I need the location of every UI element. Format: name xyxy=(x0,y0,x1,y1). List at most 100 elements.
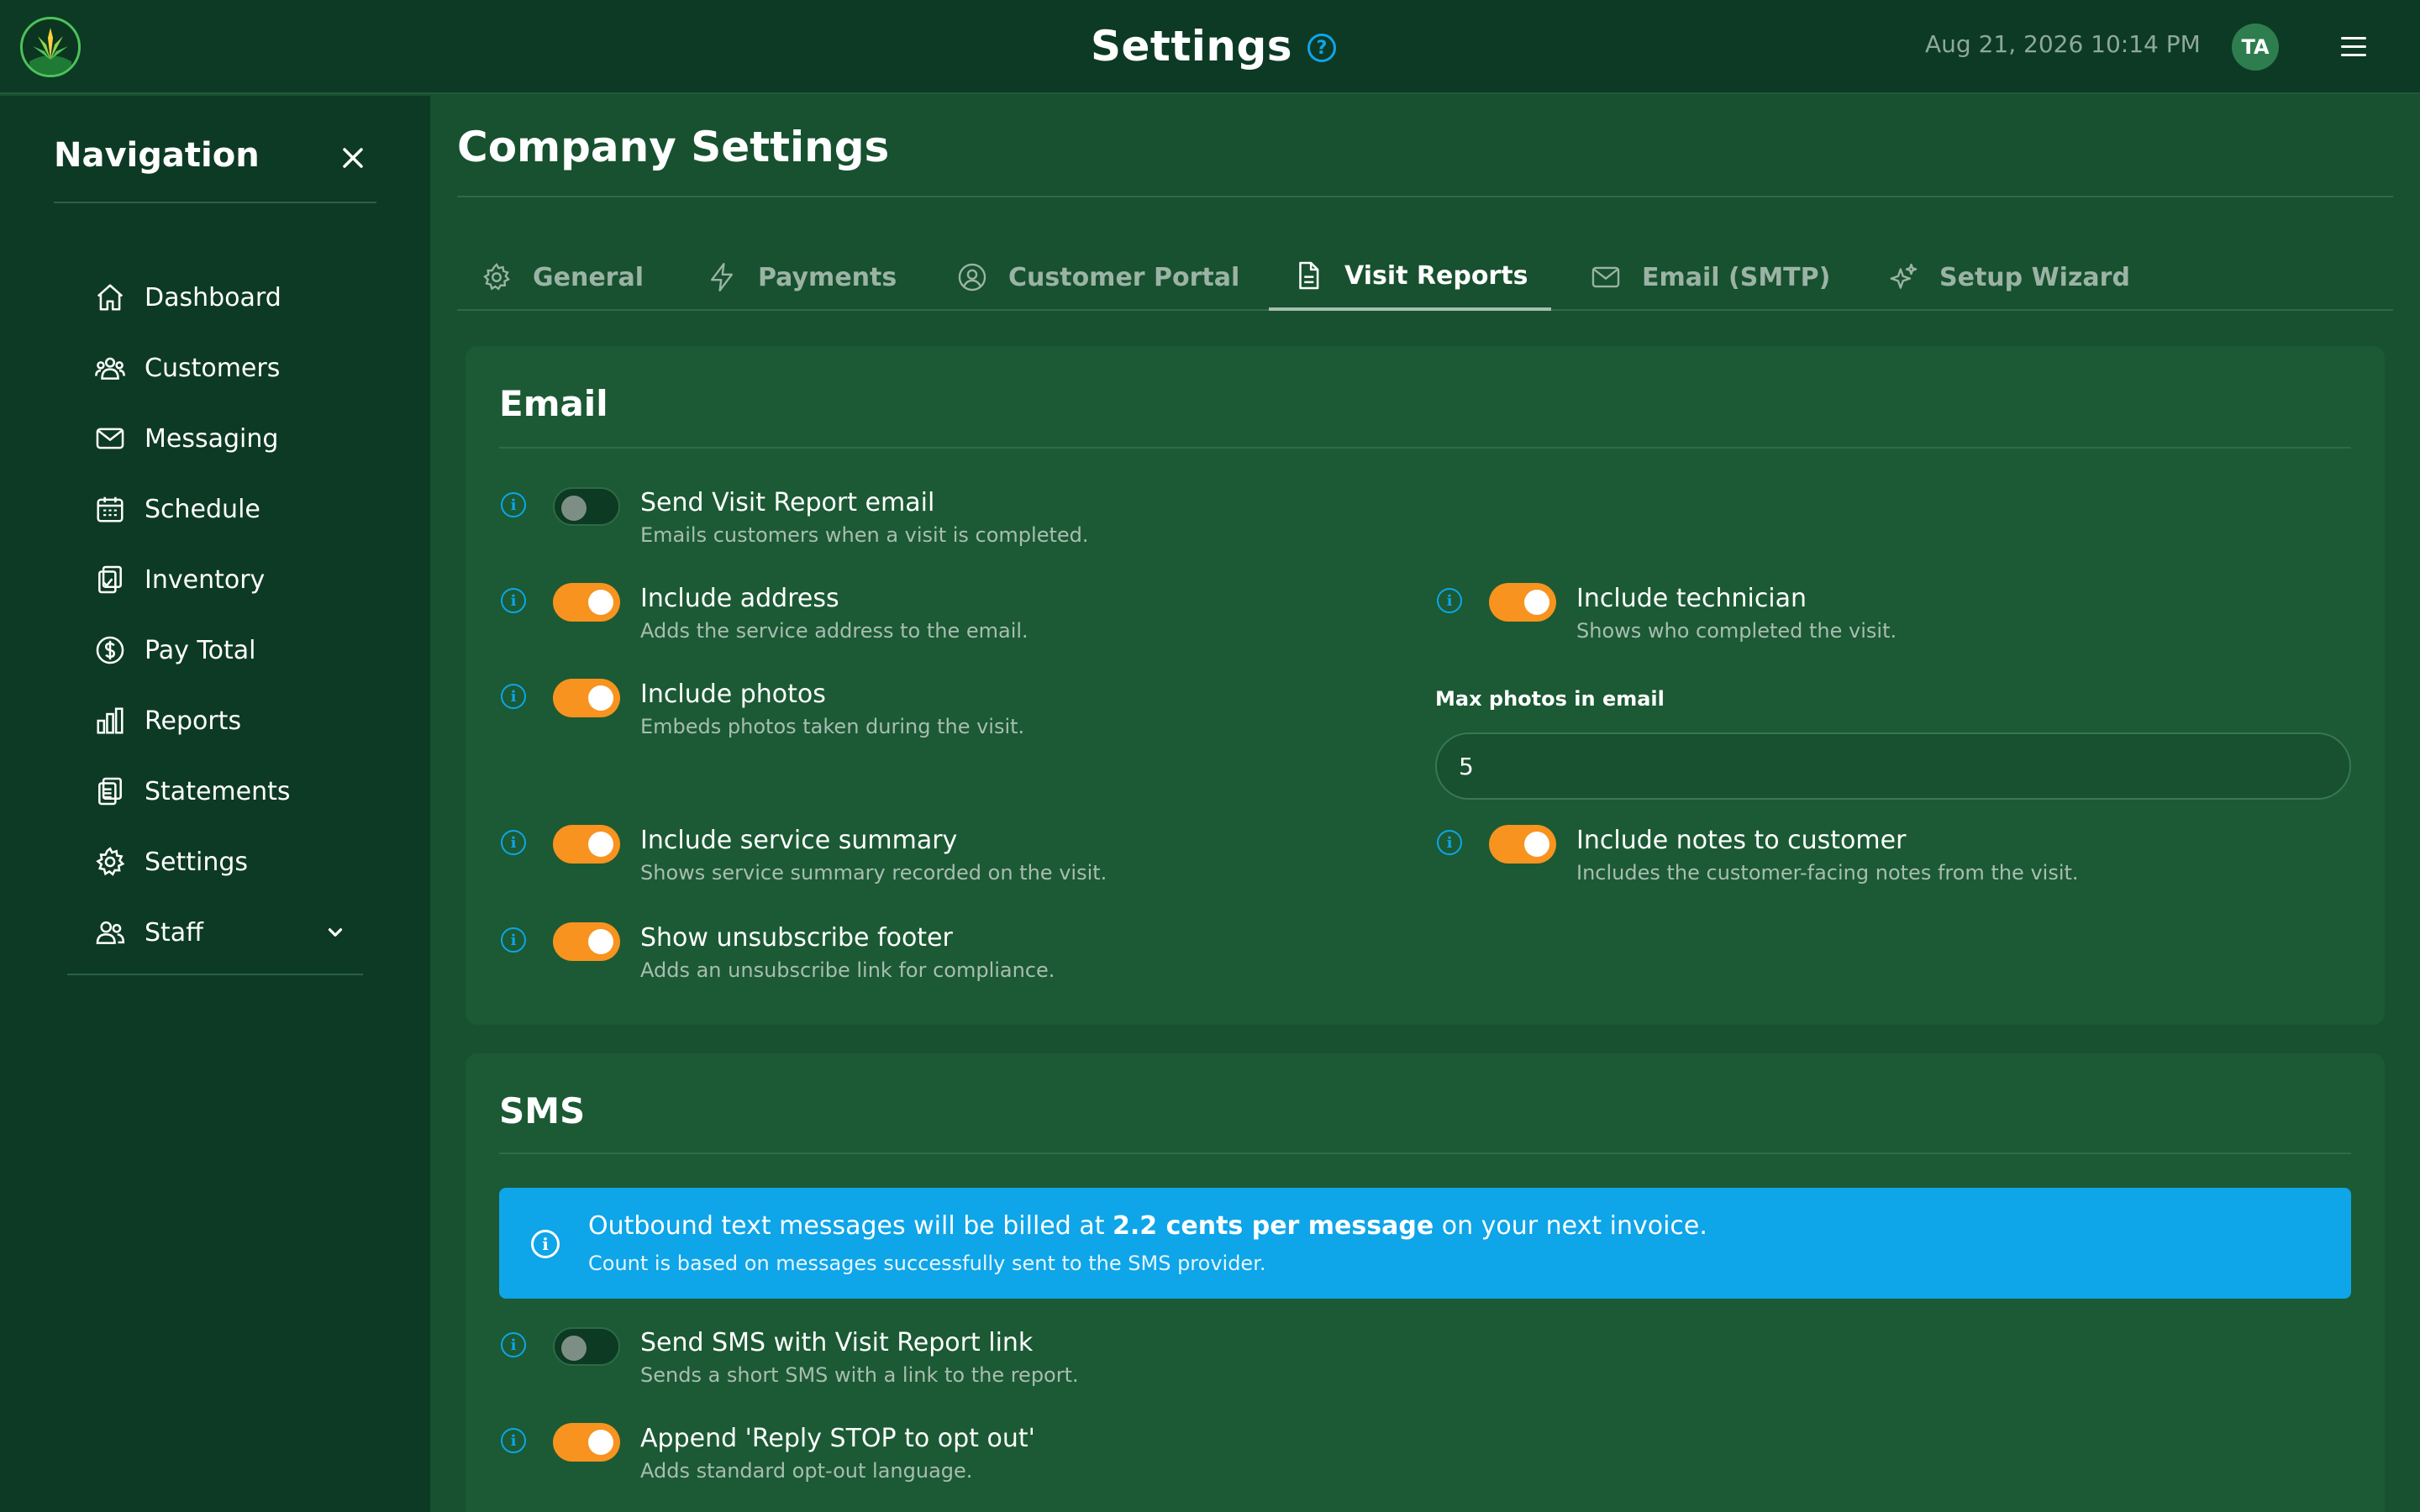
sidebar-item-inventory[interactable]: Inventory xyxy=(94,544,346,615)
close-icon[interactable] xyxy=(336,141,370,175)
setting-description: Shows who completed the visit. xyxy=(1576,619,1897,643)
setting-send-visit-report-email: i Send Visit Report email Emails custome… xyxy=(501,487,1089,548)
sidebar-item-statements[interactable]: Statements xyxy=(94,756,346,827)
sparkles-icon xyxy=(1890,263,1918,289)
current-datetime: Aug 21, 2026 10:14 PM xyxy=(1925,30,2201,58)
max-photos-label: Max photos in email xyxy=(1435,687,1665,711)
settings-tabs: General Payments Customer Portal Visit R… xyxy=(457,244,2393,311)
info-icon[interactable]: i xyxy=(1437,588,1462,613)
sidebar-item-schedule[interactable]: Schedule xyxy=(94,474,346,544)
header-title: Settings xyxy=(1091,22,1293,71)
document-icon xyxy=(1299,261,1319,290)
sidebar-divider xyxy=(67,974,363,975)
info-icon[interactable]: i xyxy=(501,684,526,709)
sidebar-item-dashboard[interactable]: Dashboard xyxy=(94,262,346,333)
help-icon[interactable]: ? xyxy=(1307,34,1337,62)
users-icon xyxy=(95,357,125,380)
banner-note: Count is based on messages successfully … xyxy=(588,1252,1266,1275)
home-icon xyxy=(97,284,124,311)
sidebar-item-label: Pay Total xyxy=(145,635,256,665)
email-section-divider xyxy=(499,447,2351,449)
mail-icon xyxy=(96,428,124,449)
info-icon[interactable]: i xyxy=(501,830,526,855)
sidebar: Navigation Dashboard Customers Messaging… xyxy=(0,96,430,1512)
sidebar-item-pay-total[interactable]: Pay Total xyxy=(94,615,346,685)
tab-customer-portal[interactable]: Customer Portal xyxy=(933,244,1263,311)
setting-description: Shows service summary recorded on the vi… xyxy=(640,861,1107,885)
max-photos-input[interactable] xyxy=(1435,732,2351,800)
sidebar-item-label: Reports xyxy=(145,706,242,736)
setting-label: Send SMS with Visit Report link xyxy=(640,1328,1034,1357)
setting-description: Includes the customer-facing notes from … xyxy=(1576,861,2079,885)
info-icon[interactable]: i xyxy=(501,588,526,613)
setting-description: Adds standard opt-out language. xyxy=(640,1459,973,1483)
setting-label: Include address xyxy=(640,584,839,613)
sidebar-item-settings[interactable]: Settings xyxy=(94,827,346,897)
tab-general[interactable]: General xyxy=(457,244,667,311)
gear-icon xyxy=(96,847,125,876)
include-technician-toggle[interactable] xyxy=(1489,583,1556,622)
tab-setup-wizard[interactable]: Setup Wizard xyxy=(1864,244,2154,311)
setting-description: Adds an unsubscribe link for compliance. xyxy=(640,958,1055,982)
sidebar-item-label: Messaging xyxy=(145,423,279,454)
info-icon[interactable]: i xyxy=(501,927,526,953)
include-notes-toggle[interactable] xyxy=(1489,825,1556,864)
include-photos-toggle[interactable] xyxy=(553,679,620,717)
append-reply-stop-toggle[interactable] xyxy=(553,1423,620,1462)
avatar[interactable]: TA xyxy=(2232,24,2279,71)
tab-label: Visit Reports xyxy=(1344,260,1528,291)
tab-email-smtp[interactable]: Email (SMTP) xyxy=(1566,244,1854,311)
tab-visit-reports[interactable]: Visit Reports xyxy=(1269,244,1552,311)
include-service-summary-toggle[interactable] xyxy=(553,825,620,864)
include-address-toggle[interactable] xyxy=(553,583,620,622)
info-icon[interactable]: i xyxy=(501,492,526,517)
info-icon[interactable]: i xyxy=(501,1428,526,1453)
sidebar-item-label: Customers xyxy=(145,353,281,383)
company-logo[interactable] xyxy=(20,17,81,77)
sms-billing-banner: i Outbound text messages will be billed … xyxy=(499,1188,2351,1299)
sidebar-item-customers[interactable]: Customers xyxy=(94,333,346,403)
clipboard-check-icon xyxy=(98,565,122,594)
setting-include-notes-to-customer: i Include notes to customer Includes the… xyxy=(1437,825,2079,885)
banner-message: Outbound text messages will be billed at… xyxy=(588,1211,1707,1241)
setting-include-address: i Include address Adds the service addre… xyxy=(501,583,1028,643)
setting-label: Include technician xyxy=(1576,584,1807,613)
setting-label: Include notes to customer xyxy=(1576,826,1907,855)
setting-include-photos: i Include photos Embeds photos taken dur… xyxy=(501,679,1024,739)
setting-include-technician: i Include technician Shows who completed… xyxy=(1437,583,1897,643)
chevron-down-icon[interactable] xyxy=(324,921,346,943)
gear-icon xyxy=(483,263,511,291)
billing-rate: 2.2 cents per message xyxy=(1113,1211,1434,1241)
setting-label: Send Visit Report email xyxy=(640,488,935,517)
info-icon[interactable]: i xyxy=(1437,830,1462,855)
setting-label: Include photos xyxy=(640,680,826,709)
sidebar-item-reports[interactable]: Reports xyxy=(94,685,346,756)
info-icon[interactable]: i xyxy=(501,1332,526,1357)
sms-section-title: SMS xyxy=(499,1090,586,1131)
dollar-circle-icon xyxy=(96,636,124,664)
setting-label: Append 'Reply STOP to opt out' xyxy=(640,1424,1035,1453)
unsubscribe-footer-toggle[interactable] xyxy=(553,922,620,961)
setting-description: Sends a short SMS with a link to the rep… xyxy=(640,1363,1079,1387)
email-settings-card: Email i Send Visit Report email Emails c… xyxy=(466,346,2385,1025)
sidebar-item-label: Dashboard xyxy=(145,282,281,312)
setting-include-service-summary: i Include service summary Shows service … xyxy=(501,825,1107,885)
setting-description: Emails customers when a visit is complet… xyxy=(640,523,1089,547)
sidebar-item-label: Schedule xyxy=(145,494,260,524)
sidebar-item-label: Staff xyxy=(145,917,203,948)
title-divider xyxy=(457,196,2393,197)
setting-show-unsubscribe-footer: i Show unsubscribe footer Adds an unsubs… xyxy=(501,922,1055,983)
send-sms-link-toggle[interactable] xyxy=(553,1327,620,1366)
setting-label: Show unsubscribe footer xyxy=(640,923,953,953)
user-group-icon xyxy=(96,921,125,944)
calendar-icon xyxy=(97,496,124,522)
setting-description: Adds the service address to the email. xyxy=(640,619,1028,643)
tab-payments[interactable]: Payments xyxy=(682,244,920,311)
tab-label: Email (SMTP) xyxy=(1642,262,1831,292)
sidebar-item-messaging[interactable]: Messaging xyxy=(94,403,346,474)
send-visit-report-toggle[interactable] xyxy=(553,487,620,526)
hamburger-menu-icon[interactable] xyxy=(2341,37,2366,57)
tab-label: General xyxy=(533,262,644,292)
mail-icon xyxy=(1591,266,1620,288)
sidebar-item-staff[interactable]: Staff xyxy=(94,897,346,968)
